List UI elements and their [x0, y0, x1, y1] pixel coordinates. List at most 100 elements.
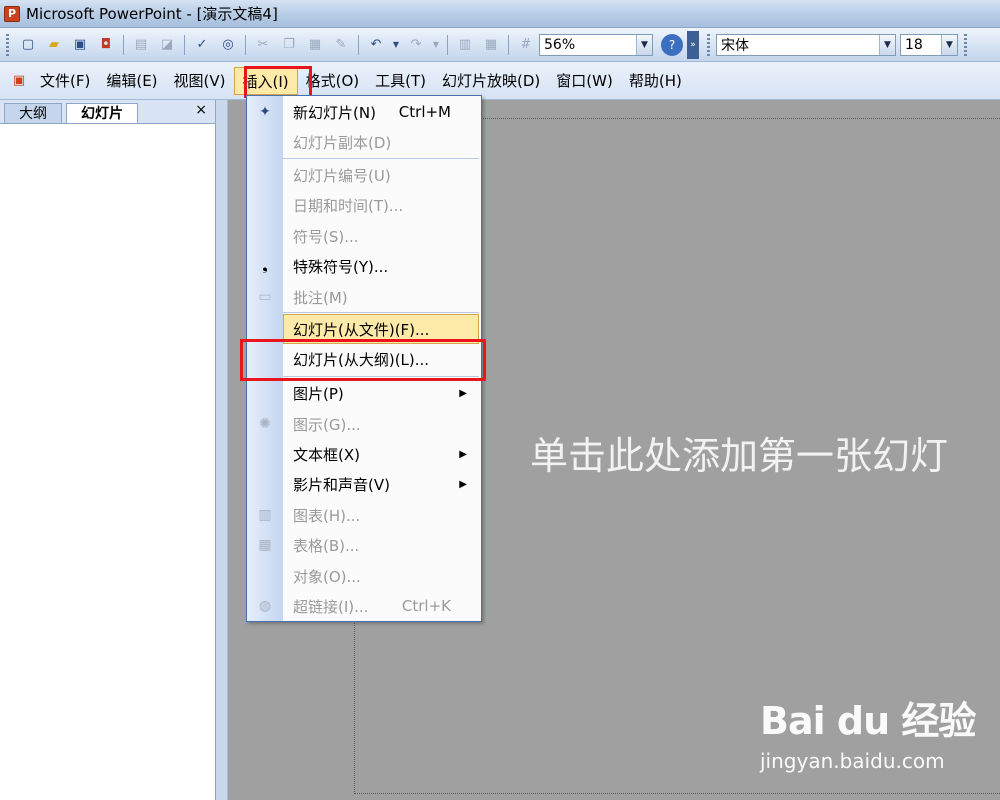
menu-item-label: 超链接(I)...: [293, 597, 369, 616]
toolbar-options-icon[interactable]: »: [687, 30, 699, 59]
menu-item-label: 对象(O)...: [293, 567, 361, 586]
chevron-down-icon[interactable]: ▼: [636, 34, 652, 55]
powerpoint-icon: P: [4, 5, 20, 22]
tab-slides[interactable]: 幻灯片: [66, 103, 138, 123]
toolbar-grip[interactable]: [707, 33, 710, 56]
toolbar-separator: [447, 34, 448, 55]
font-value: 宋体: [721, 37, 749, 54]
chart-icon: ▥: [258, 507, 272, 523]
submenu-arrow-icon: ▶: [459, 387, 467, 399]
submenu-arrow-icon: ▶: [459, 448, 467, 460]
menu-item-label: 图表(H)...: [293, 506, 361, 525]
hyperlink-icon: ◍: [258, 598, 272, 614]
menu-help[interactable]: 帮助(H): [621, 67, 690, 95]
title-bar: P Microsoft PowerPoint - [演示文稿4]: [0, 0, 1000, 28]
toolbar-separator: [184, 34, 185, 55]
menu-item-shortcut: Ctrl+M: [398, 103, 451, 121]
menu-item-label: 新幻灯片(N): [293, 103, 376, 122]
help-icon[interactable]: ?: [661, 33, 683, 56]
menu-tools[interactable]: 工具(T): [367, 67, 434, 95]
menu-item-diagram[interactable]: ✺ 图示(G)...: [247, 409, 481, 439]
outline-slides-pane: 大纲 幻灯片 ×: [0, 100, 216, 800]
menu-item-object[interactable]: 对象(O)...: [247, 561, 481, 591]
baidu-watermark: Bai du 经验 jingyan.baidu.com: [760, 690, 1000, 800]
menu-view[interactable]: 视图(V): [166, 67, 234, 95]
menu-item-label: 日期和时间(T)...: [293, 196, 404, 215]
menu-file[interactable]: 文件(F): [32, 67, 98, 95]
menu-item-label: 文本框(X): [293, 445, 360, 464]
menu-item-label: 特殊符号(Y)...: [293, 257, 389, 276]
menu-item-label: 图示(G)...: [293, 415, 361, 434]
format-painter-icon[interactable]: ✎: [330, 34, 352, 56]
print-preview-icon[interactable]: ◪: [156, 34, 178, 56]
baidu-logo: Bai du 经验: [760, 699, 976, 743]
chevron-down-icon[interactable]: ▼: [941, 34, 957, 55]
font-size-select[interactable]: 18 ▼: [900, 33, 958, 56]
insert-menu-highlight: [244, 66, 312, 98]
menu-item-chart[interactable]: ▥ 图表(H)...: [247, 500, 481, 530]
menu-item-date-time[interactable]: 日期和时间(T)...: [247, 190, 481, 220]
open-folder-icon[interactable]: ▰: [43, 34, 65, 56]
insert-chart-icon[interactable]: ▥: [454, 34, 476, 56]
zoom-select[interactable]: 56% ▼: [539, 33, 653, 56]
toolbar-grip[interactable]: [6, 33, 9, 56]
submenu-arrow-icon: ▶: [459, 478, 467, 490]
menu-item-slide-number[interactable]: 幻灯片编号(U): [247, 160, 481, 190]
spelling-icon[interactable]: ✓: [191, 34, 213, 56]
menu-item-movies-sounds[interactable]: 影片和声音(V) ▶: [247, 469, 481, 499]
menu-item-label: 幻灯片编号(U): [293, 166, 391, 185]
menu-item-label: 表格(B)...: [293, 536, 360, 555]
tab-outline[interactable]: 大纲: [4, 103, 62, 123]
close-icon[interactable]: ×: [195, 102, 207, 118]
menu-item-label: 批注(M): [293, 288, 348, 307]
new-slide-icon: ✦: [259, 104, 271, 120]
new-document-icon[interactable]: ▢: [17, 34, 39, 56]
menu-item-table[interactable]: ▦ 表格(B)...: [247, 530, 481, 560]
pane-tabs: 大纲 幻灯片 ×: [0, 100, 215, 124]
paste-icon[interactable]: ▦: [304, 34, 326, 56]
insert-table-icon[interactable]: ▦: [480, 34, 502, 56]
standard-toolbar: ▢ ▰ ▣ ◘ ▤ ◪ ✓ ◎ ✂ ❐ ▦ ✎ ↶ ▼ ↷ ▼ ▥ ▦ # 56…: [0, 28, 1000, 62]
toolbar-separator: [245, 34, 246, 55]
save-icon[interactable]: ▣: [69, 34, 91, 56]
copy-icon[interactable]: ❐: [278, 34, 300, 56]
menu-item-duplicate-slide[interactable]: 幻灯片副本(D): [247, 127, 481, 157]
permission-icon[interactable]: ◘: [95, 34, 117, 56]
menu-item-text-box[interactable]: 文本框(X) ▶: [247, 439, 481, 469]
title-placeholder[interactable]: 单击此处添加第一张幻灯: [530, 425, 948, 480]
comment-icon: ▭: [258, 289, 272, 305]
toolbar-grip[interactable]: [964, 33, 967, 56]
toolbar-separator: [358, 34, 359, 55]
show-grid-icon[interactable]: #: [515, 34, 537, 56]
pane-splitter[interactable]: [216, 100, 228, 800]
menu-item-label: 幻灯片副本(D): [293, 133, 392, 152]
watermark-url: jingyan.baidu.com: [760, 749, 945, 773]
undo-icon[interactable]: ↶: [365, 34, 387, 56]
menu-item-comment[interactable]: ▭ 批注(M): [247, 282, 481, 312]
chevron-down-icon[interactable]: ▼: [879, 34, 895, 55]
cut-icon[interactable]: ✂: [252, 34, 274, 56]
menu-edit[interactable]: 编辑(E): [98, 67, 165, 95]
menu-slideshow[interactable]: 幻灯片放映(D): [434, 67, 548, 95]
menu-window[interactable]: 窗口(W): [548, 67, 621, 95]
menu-item-picture[interactable]: 图片(P) ▶: [247, 378, 481, 408]
toolbar-separator: [123, 34, 124, 55]
zoom-value: 56%: [544, 36, 576, 53]
menu-item-symbol[interactable]: 符号(S)...: [247, 221, 481, 251]
window-title: Microsoft PowerPoint - [演示文稿4]: [26, 5, 278, 23]
menu-item-shortcut: Ctrl+K: [401, 597, 451, 615]
menu-item-special-symbol[interactable]: ❟ 特殊符号(Y)...: [247, 251, 481, 281]
menu-bar: ▣ 文件(F) 编辑(E) 视图(V) 插入(I) 格式(O) 工具(T) 幻灯…: [0, 62, 1000, 100]
menu-item-label: 符号(S)...: [293, 227, 359, 246]
research-icon[interactable]: ◎: [217, 34, 239, 56]
menu-item-new-slide[interactable]: ✦ 新幻灯片(N) Ctrl+M: [247, 97, 481, 127]
font-select[interactable]: 宋体 ▼: [716, 33, 896, 56]
slides-from-outline-highlight: [240, 339, 486, 381]
menu-item-hyperlink[interactable]: ◍ 超链接(I)... Ctrl+K: [247, 591, 481, 621]
redo-dropdown-icon[interactable]: ▼: [431, 34, 441, 56]
menu-item-label: 图片(P): [293, 384, 344, 403]
redo-icon[interactable]: ↷: [405, 34, 427, 56]
document-menu-icon[interactable]: ▣: [8, 70, 30, 92]
undo-dropdown-icon[interactable]: ▼: [391, 34, 401, 56]
print-icon[interactable]: ▤: [130, 34, 152, 56]
